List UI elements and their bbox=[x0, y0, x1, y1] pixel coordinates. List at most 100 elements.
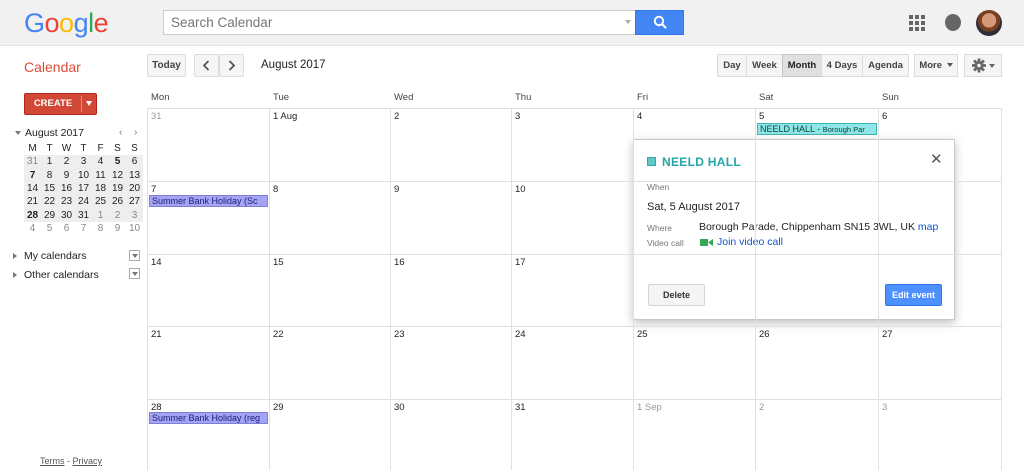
event-title[interactable]: NEELD HALL bbox=[662, 155, 741, 169]
mini-calendar-day[interactable]: 20 bbox=[126, 181, 143, 196]
view-4-days-button[interactable]: 4 Days bbox=[821, 54, 863, 77]
view-week-button[interactable]: Week bbox=[746, 54, 783, 77]
mini-calendar-prev-icon[interactable]: ‹ bbox=[119, 127, 122, 138]
avatar[interactable] bbox=[976, 10, 1002, 36]
other-calendars-link[interactable]: Other calendars bbox=[24, 269, 99, 281]
previous-period-button[interactable] bbox=[194, 54, 219, 77]
mini-calendar-day[interactable]: 23 bbox=[58, 195, 75, 209]
apps-grid-icon[interactable] bbox=[909, 15, 925, 31]
terms-link[interactable]: Terms bbox=[40, 456, 65, 466]
chevron-down-icon[interactable] bbox=[86, 101, 92, 106]
mini-calendar-day[interactable]: 9 bbox=[109, 222, 126, 235]
search-input[interactable] bbox=[164, 11, 604, 34]
mini-calendar-day[interactable]: 4 bbox=[92, 155, 109, 169]
mini-calendar-day[interactable]: 17 bbox=[75, 181, 92, 196]
event-summer-bank-holiday[interactable]: Summer Bank Holiday (Sc bbox=[149, 195, 268, 207]
day-number[interactable]: 25 bbox=[637, 329, 648, 340]
day-number[interactable]: 10 bbox=[515, 184, 526, 195]
mini-calendar-day[interactable]: 24 bbox=[75, 195, 92, 209]
mini-calendar-day[interactable]: 21 bbox=[24, 195, 41, 209]
mini-calendar-day[interactable]: 10 bbox=[75, 168, 92, 182]
day-number[interactable]: 26 bbox=[759, 329, 770, 340]
day-number[interactable]: 1 Aug bbox=[273, 111, 297, 122]
mini-calendar-day[interactable]: 3 bbox=[75, 155, 92, 169]
event-summer-bank-holiday[interactable]: Summer Bank Holiday (reg bbox=[149, 412, 268, 424]
settings-button[interactable] bbox=[964, 54, 1002, 77]
mini-calendar-day[interactable]: 16 bbox=[58, 181, 75, 196]
view-agenda-button[interactable]: Agenda bbox=[862, 54, 909, 77]
mini-calendar-day[interactable]: 4 bbox=[24, 222, 41, 235]
mini-calendar-day[interactable]: 22 bbox=[41, 195, 58, 209]
mini-calendar-day[interactable]: 6 bbox=[126, 155, 143, 169]
day-number[interactable]: 3 bbox=[515, 111, 520, 122]
day-number[interactable]: 23 bbox=[394, 329, 405, 340]
day-number[interactable]: 27 bbox=[882, 329, 893, 340]
day-number[interactable]: 14 bbox=[151, 257, 162, 268]
mini-calendar-day[interactable]: 29 bbox=[41, 208, 58, 222]
mini-calendar-day[interactable]: 11 bbox=[92, 168, 109, 182]
my-calendars-menu-icon[interactable] bbox=[129, 250, 140, 261]
day-number[interactable]: 2 bbox=[759, 402, 764, 413]
mini-calendar-day[interactable]: 31 bbox=[75, 208, 92, 222]
delete-button[interactable]: Delete bbox=[648, 284, 705, 306]
view-day-button[interactable]: Day bbox=[717, 54, 747, 77]
day-number[interactable]: 24 bbox=[515, 329, 526, 340]
edit-event-button[interactable]: Edit event bbox=[885, 284, 942, 306]
search-box[interactable] bbox=[163, 10, 636, 35]
mini-calendar-day[interactable]: 8 bbox=[92, 222, 109, 235]
expand-arrow-icon[interactable] bbox=[13, 253, 17, 259]
mini-calendar-day[interactable]: 1 bbox=[41, 155, 58, 169]
day-number[interactable]: 2 bbox=[394, 111, 399, 122]
create-button[interactable]: CREATE bbox=[24, 93, 97, 115]
day-number[interactable]: 22 bbox=[273, 329, 284, 340]
app-title[interactable]: Calendar bbox=[24, 59, 81, 75]
search-button[interactable] bbox=[635, 10, 684, 35]
google-logo[interactable]: Google bbox=[24, 8, 109, 39]
mini-calendar-day[interactable]: 26 bbox=[109, 195, 126, 209]
day-number[interactable]: 30 bbox=[394, 402, 405, 413]
day-number[interactable]: 29 bbox=[273, 402, 284, 413]
mini-calendar-day[interactable]: 8 bbox=[41, 168, 58, 182]
day-number[interactable]: 17 bbox=[515, 257, 526, 268]
mini-calendar-day[interactable]: 27 bbox=[126, 195, 143, 209]
bell-icon[interactable] bbox=[945, 14, 961, 31]
day-number[interactable]: 16 bbox=[394, 257, 405, 268]
day-number[interactable]: 15 bbox=[273, 257, 284, 268]
view-month-button[interactable]: Month bbox=[782, 54, 822, 77]
day-number[interactable]: 21 bbox=[151, 329, 162, 340]
mini-calendar-day[interactable]: 5 bbox=[41, 222, 58, 235]
mini-calendar-day[interactable]: 13 bbox=[126, 168, 143, 182]
mini-calendar-title[interactable]: August 2017 bbox=[25, 127, 84, 139]
close-icon[interactable]: ✕ bbox=[930, 150, 943, 168]
day-number[interactable]: 5 bbox=[759, 111, 764, 122]
mini-calendar-day[interactable]: 7 bbox=[24, 168, 41, 182]
today-button[interactable]: Today bbox=[147, 54, 186, 77]
mini-calendar-day[interactable]: 3 bbox=[126, 208, 143, 222]
mini-calendar-day[interactable]: 2 bbox=[109, 208, 126, 222]
mini-calendar-day[interactable]: 25 bbox=[92, 195, 109, 209]
day-number[interactable]: 6 bbox=[882, 111, 887, 122]
mini-calendar-day[interactable]: 9 bbox=[58, 168, 75, 182]
mini-calendar-day[interactable]: 30 bbox=[58, 208, 75, 222]
mini-calendar-day[interactable]: 1 bbox=[92, 208, 109, 222]
mini-calendar-collapse-icon[interactable] bbox=[15, 131, 21, 135]
mini-calendar-day[interactable]: 7 bbox=[75, 222, 92, 235]
more-button[interactable]: More bbox=[914, 54, 958, 77]
mini-calendar-next-icon[interactable]: › bbox=[134, 127, 137, 138]
day-number[interactable]: 31 bbox=[151, 111, 162, 122]
event-neeld-hall[interactable]: NEELD HALL - Borough Par bbox=[757, 123, 877, 135]
mini-calendar-day[interactable]: 31 bbox=[24, 155, 41, 169]
mini-calendar-day[interactable]: 15 bbox=[41, 181, 58, 196]
search-options-caret-icon[interactable] bbox=[625, 20, 631, 24]
expand-arrow-icon[interactable] bbox=[13, 272, 17, 278]
mini-calendar-day[interactable]: 28 bbox=[24, 208, 41, 222]
day-number[interactable]: 1 Sep bbox=[637, 402, 662, 413]
day-number[interactable]: 9 bbox=[394, 184, 399, 195]
mini-calendar-day[interactable]: 5 bbox=[109, 155, 126, 169]
day-number[interactable]: 31 bbox=[515, 402, 526, 413]
mini-calendar-day[interactable]: 10 bbox=[126, 222, 143, 235]
mini-calendar-day[interactable]: 18 bbox=[92, 181, 109, 196]
privacy-link[interactable]: Privacy bbox=[73, 456, 103, 466]
my-calendars-link[interactable]: My calendars bbox=[24, 250, 86, 262]
day-number[interactable]: 4 bbox=[637, 111, 642, 122]
